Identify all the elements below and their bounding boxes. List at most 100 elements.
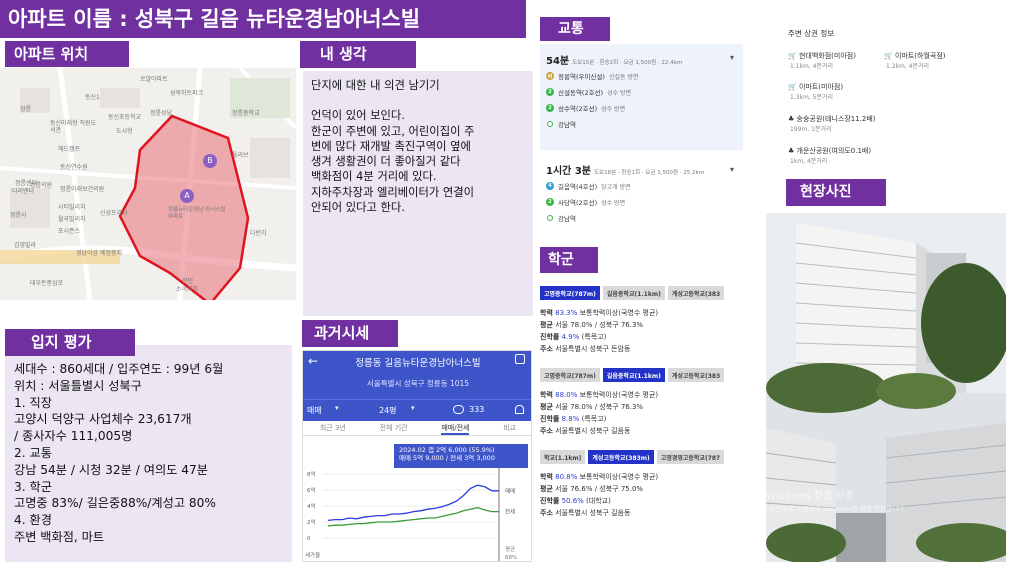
stop-name: 사당역(2호선)	[558, 199, 598, 207]
y-tick-label: 2억	[307, 518, 316, 526]
y-tick-label: 8억	[307, 470, 316, 478]
chevron-down-icon[interactable]: ▾	[730, 53, 734, 62]
school-avg: 평균 서울 78.0% / 성북구 76.3%	[540, 321, 644, 329]
opinion-line: 언덕이 있어 보인다.	[311, 109, 405, 123]
map-label-21: 김영빌라	[14, 242, 37, 249]
map-label-3: 동신1	[85, 94, 100, 101]
tab-recent[interactable]: 최근 3년	[320, 421, 346, 435]
opinion-heading: 단지에 대한 내 의견 남기기	[311, 79, 440, 92]
series-label: 매매	[505, 487, 515, 495]
shop-item[interactable]: 🛒 이마트(하월곡점) 1.2km, 4분거리	[884, 51, 946, 70]
chevron-down-icon: ▾	[411, 404, 415, 412]
map-label-9: 정릉중학교	[232, 110, 260, 117]
line-badge-icon: 2	[546, 198, 554, 206]
opinion-line: 생겨 생활권이 더 좋아질거 같다	[311, 155, 461, 169]
shop-item[interactable]: ♣ 개운산공원(여의도0.1배) 1km, 4분거리	[788, 146, 871, 165]
gap-rate-label: 세가율	[305, 551, 320, 559]
map-label-5: 정릉	[20, 106, 32, 113]
tab-all[interactable]: 전체 기간	[380, 421, 408, 435]
trade-type-select[interactable]: 매매	[307, 405, 322, 416]
map-label-11: 동신연수원	[60, 164, 88, 171]
location-map[interactable]: A B 정릉뉴타운경남 아너스빌 아파트 로얄아파트 성북하트파크 정릉성당 동…	[0, 68, 296, 300]
location-label: 아파트 위치	[5, 41, 129, 67]
line-end-icon	[547, 215, 553, 221]
tree-icon: ♣	[788, 115, 795, 123]
shop-item[interactable]: 🛒 현대백화점(미아점) 1.1km, 4분거리	[788, 51, 856, 70]
map-label-1: 성북하트파크	[170, 90, 204, 97]
route-stops: 버 정릉역(우이신설) 신설동 방면 2 신설동역(2호선) 성수 방면 2 성수역(2호…	[546, 70, 638, 130]
stop-name: 강남역	[558, 215, 576, 223]
series-line-jeonse	[327, 506, 499, 527]
watermark-text: [설정]으로 이동하여 Windows를 정품 인증합니다.	[766, 505, 907, 513]
tab-sale-jeonse[interactable]: 매매/전세	[441, 421, 470, 435]
map-label-0: 로얄아파트	[140, 76, 168, 83]
tree-icon: ♣	[788, 147, 795, 155]
transport-label: 교통	[540, 17, 610, 41]
price-app-address: 서울특별시 성북구 정릉동 1015	[366, 379, 470, 388]
site-photo: Windows 정품 인증 [설정]으로 이동하여 Windows를 정품 인증…	[766, 213, 1006, 562]
school-advance: 진학률 8.8% (특목고)	[540, 415, 607, 423]
price-label: 과거시세	[302, 320, 398, 347]
location-eval-label: 입지 평가	[5, 329, 135, 356]
map-label-24: 다빈치	[250, 230, 267, 237]
price-chart: 8억 6억 4억 2억 0 매매전세세가율 평균 68%	[305, 468, 517, 561]
stop-note: 신설동 방면	[608, 73, 639, 81]
opinion-line: 지하주차장과 엘리베이터가 연결이	[311, 185, 475, 199]
comment-icon[interactable]	[453, 405, 464, 414]
shop-item[interactable]: ♣ 숭숭공원(테니스장11.2배) 199m, 1분거리	[788, 114, 876, 133]
route-time: 1시간 3분	[546, 166, 591, 177]
school-address: 주소 서울특별시 성북구 길음동	[540, 509, 631, 517]
school-address: 주소 서울특별시 성북구 길음동	[540, 427, 631, 435]
school-tab[interactable]: 고명경영고등학교(787	[656, 450, 725, 464]
shops-heading: 주변 상권 정보	[788, 29, 835, 38]
school-tab[interactable]: 계성고등학교(383	[667, 368, 725, 382]
size-select[interactable]: 24평	[379, 405, 397, 416]
school-blocks: 고명중학교(787m) 길음중학교(1.1km) 계성고등학교(383 학력 8…	[540, 286, 745, 530]
school-tab[interactable]: 길음중학교(1.1km)	[602, 368, 665, 382]
stop-note: 성수 방면	[607, 89, 632, 97]
school-tab[interactable]: 고명중학교(787m)	[540, 368, 600, 382]
y-tick-label: 6억	[307, 486, 316, 494]
route-time: 54분	[546, 56, 570, 67]
route-stop: 2 사당역(2호선) 성수 방면	[546, 196, 631, 208]
transport-route-1[interactable]: 54분 도보15분 · 환승2회 · 요금 1,500원 · 22.4km ▾ …	[540, 44, 743, 150]
school-block: 고명중학교(787m) 길음중학교(1.1km) 계성고등학교(383 학력 8…	[540, 368, 745, 448]
school-tab[interactable]: 계성고등학교(383	[667, 286, 725, 300]
opinion-label: 내 생각	[300, 41, 416, 68]
eval-line: 고명중 83%/ 길은중88%/계성고 80%	[14, 496, 217, 511]
school-address: 주소 서울특별시 성북구 돈암동	[540, 345, 631, 353]
map-label-15: 정릉이래보건의원	[60, 186, 105, 193]
chevron-down-icon[interactable]: ▾	[730, 165, 734, 174]
price-app-toolbar: 매매 ▾ 24평 ▾ 333	[303, 399, 531, 421]
stop-name: 성수역(2호선)	[558, 105, 598, 113]
cart-icon: 🛒	[788, 83, 797, 91]
shops-section: 주변 상권 정보 🛒 현대백화점(미아점) 1.1km, 4분거리 🛒 이마트(…	[788, 28, 1008, 191]
price-tabs: 최근 3년 전체 기간 매매/전세 비교	[303, 421, 531, 436]
map-label-18: 월곡빌리지	[58, 216, 86, 223]
opinion-line: 변에 많다 재개발 촉진구역이 옆에	[311, 139, 471, 153]
bell-icon[interactable]	[515, 405, 524, 414]
map-marker-b[interactable]: B	[203, 154, 217, 168]
school-tab[interactable]: 학교(1.1km)	[540, 450, 586, 464]
opinion-text: 단지에 대한 내 의견 남기기 언덕이 있어 보인다. 한군이 주변에 있고, …	[311, 78, 474, 215]
school-tab[interactable]: 계성고등학교(383m)	[588, 450, 654, 464]
school-tab[interactable]: 고명중학교(787m)	[540, 286, 600, 300]
route-meta: 도보18분 · 환승1회 · 요금 1,500원 · 25.2km	[594, 170, 705, 176]
page-title: 아파트 이름 : 성북구 길음 뉴타운경남아너스빌	[0, 0, 526, 38]
share-icon[interactable]	[515, 354, 525, 364]
map-label-6: 동신미래형 직원도서관	[50, 120, 97, 134]
eval-line: 4. 환경	[14, 513, 52, 528]
route-meta: 도보15분 · 환승2회 · 요금 1,500원 · 22.4km	[572, 60, 683, 66]
school-tab[interactable]: 길음중학교(1.1km)	[602, 286, 665, 300]
school-advance: 진학률 50.6% (대학교)	[540, 497, 611, 505]
shop-item[interactable]: 🛒 이마트(미아점) 1.3km, 5분거리	[788, 82, 843, 101]
map-label-4: 동신초등학교	[108, 114, 142, 121]
tab-compare[interactable]: 비교	[503, 421, 516, 435]
location-eval-text: 세대수 : 860세대 / 입주연도 : 99년 6월 위치 : 서울틀별시 성…	[14, 361, 223, 546]
watermark-title: Windows 정품 인증	[766, 491, 854, 502]
map-label-7: 도시형	[116, 128, 133, 135]
line-badge-icon: 2	[546, 104, 554, 112]
stop-note: 성수 방면	[601, 105, 626, 113]
transport-route-2[interactable]: 1시간 3분 도보18분 · 환승1회 · 요금 1,500원 · 25.2km…	[540, 156, 743, 234]
map-marker-a[interactable]: A	[180, 189, 194, 203]
